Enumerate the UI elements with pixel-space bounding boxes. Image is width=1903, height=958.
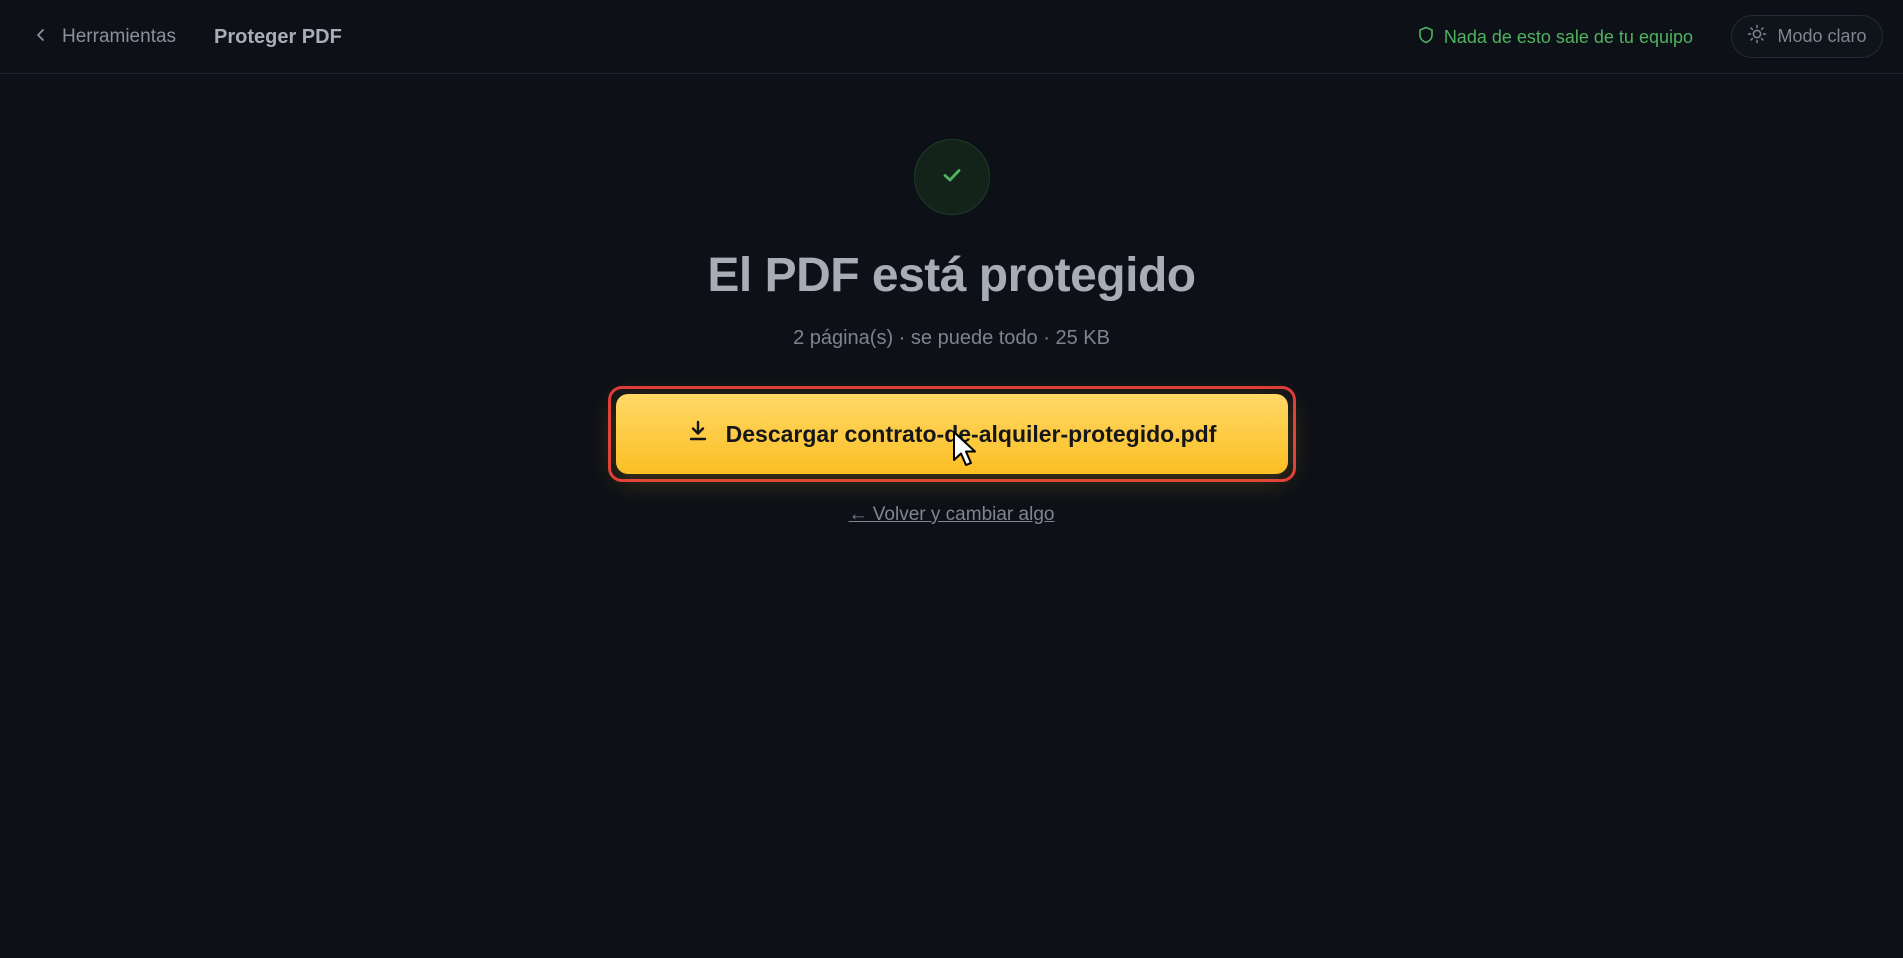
sun-icon xyxy=(1747,24,1767,49)
result-meta: 2 página(s) · se puede todo · 25 KB xyxy=(793,327,1110,349)
privacy-notice: Nada de esto sale de tu equipo xyxy=(1418,22,1693,52)
success-badge xyxy=(914,139,990,215)
chevron-left-icon xyxy=(34,26,48,48)
theme-toggle-button[interactable]: Modo claro xyxy=(1731,15,1883,58)
back-change-row: ← Volver y cambiar algo xyxy=(0,504,1903,526)
download-icon xyxy=(688,420,708,448)
top-bar: Herramientas Proteger PDF Nada de esto s… xyxy=(0,0,1903,74)
privacy-text: Nada de esto sale de tu equipo xyxy=(1443,26,1693,47)
download-button-label: Descargar contrato-de-alquiler-protegido… xyxy=(725,420,1217,447)
shield-icon xyxy=(1418,26,1434,49)
back-and-change-link[interactable]: ← Volver y cambiar algo xyxy=(849,504,1055,525)
page-title: Proteger PDF xyxy=(214,25,342,48)
check-icon xyxy=(940,163,964,192)
result-heading: El PDF está protegido xyxy=(707,249,1196,302)
download-button[interactable]: Descargar contrato-de-alquiler-protegido… xyxy=(616,394,1288,474)
back-to-tools-link[interactable]: Herramientas xyxy=(34,22,176,52)
back-link-label: Herramientas xyxy=(62,26,177,47)
theme-toggle-label: Modo claro xyxy=(1777,26,1867,46)
